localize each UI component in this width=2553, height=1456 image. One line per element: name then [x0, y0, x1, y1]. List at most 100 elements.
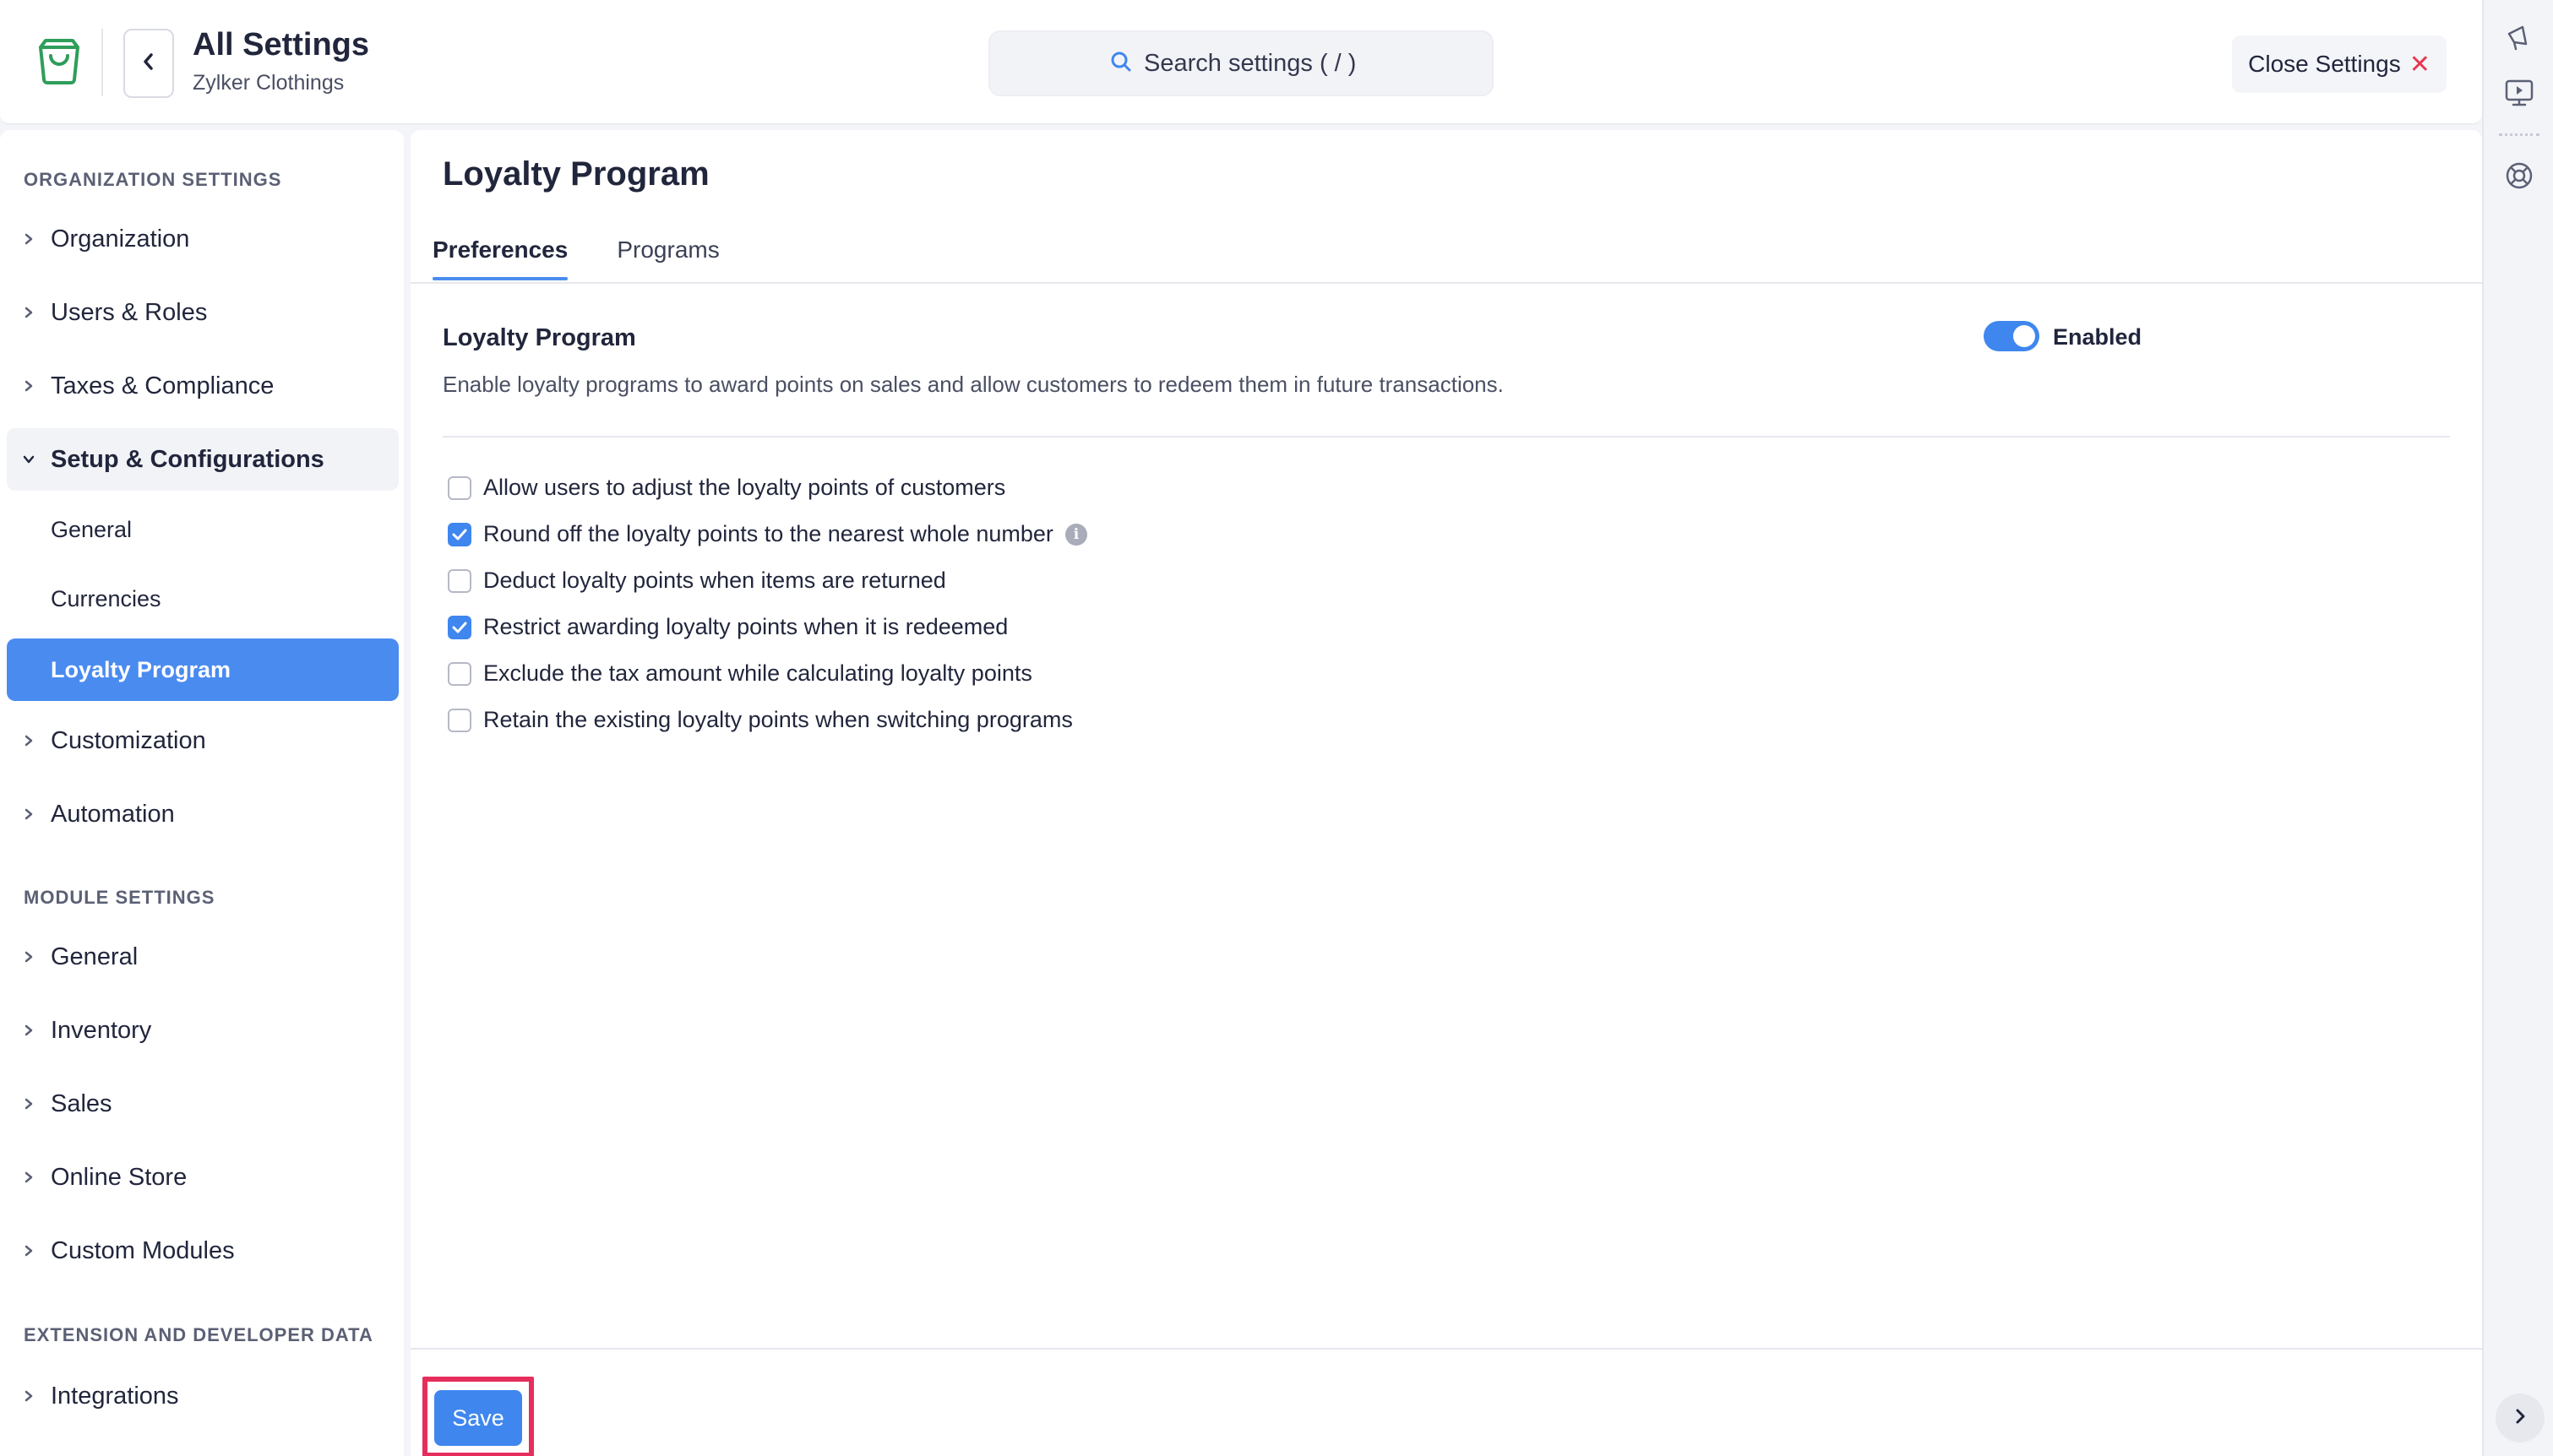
checkmark-icon [452, 529, 467, 540]
sidebar-item-label: Automation [51, 800, 175, 828]
close-settings-label: Close Settings [2248, 51, 2401, 77]
settings-header: All Settings Zylker Clothings Close Sett… [0, 0, 2482, 125]
section-label-organization: ORGANIZATION SETTINGS [24, 169, 282, 190]
option-deduct-returns: Deduct loyalty points when items are ret… [448, 557, 1087, 604]
preference-title: Loyalty Program [443, 324, 636, 351]
sidebar-item-label: Sales [51, 1089, 112, 1117]
option-label: Allow users to adjust the loyalty points… [483, 475, 1006, 500]
search-settings-box[interactable] [988, 30, 1494, 96]
chevron-right-icon [7, 1244, 51, 1258]
checkbox[interactable] [448, 615, 471, 639]
sidebar-item-general[interactable]: General [7, 926, 399, 988]
sidebar-item-setup-configurations[interactable]: Setup & Configurations [7, 428, 399, 491]
checkbox[interactable] [448, 568, 471, 593]
shopping-bag-icon[interactable] [34, 35, 84, 86]
option-label: Restrict awarding loyalty points when it… [483, 614, 1009, 639]
sidebar-item-label: Users & Roles [51, 298, 208, 326]
sidebar-item-organization[interactable]: Organization [7, 208, 399, 270]
checkmark-icon [452, 622, 467, 633]
options-list: Allow users to adjust the loyalty points… [448, 465, 1087, 743]
organization-name: Zylker Clothings [193, 71, 345, 95]
section-divider [443, 436, 2450, 437]
back-button[interactable] [123, 29, 174, 98]
sidebar-subitem-loyalty-program[interactable]: Loyalty Program [7, 638, 399, 701]
chevron-right-icon [7, 1171, 51, 1184]
sidebar-item-integrations[interactable]: Integrations [7, 1365, 399, 1427]
sidebar-subitem-currencies[interactable]: Currencies [7, 568, 399, 630]
option-exclude-tax: Exclude the tax amount while calculating… [448, 650, 1087, 697]
option-label: Exclude the tax amount while calculating… [483, 660, 1032, 686]
section-label-module: MODULE SETTINGS [24, 887, 215, 908]
section-label-extension: EXTENSION AND DEVELOPER DATA [24, 1324, 373, 1345]
sidebar-item-label: Taxes & Compliance [51, 372, 275, 399]
checkbox[interactable] [448, 475, 471, 500]
sidebar-item-label: Online Store [51, 1163, 188, 1191]
form-footer: Save [411, 1348, 2482, 1456]
option-restrict-awarding: Restrict awarding loyalty points when it… [448, 604, 1087, 650]
header-title: All Settings [193, 27, 370, 62]
tab-preferences[interactable]: Preferences [433, 230, 569, 280]
rail-separator [2499, 133, 2539, 136]
sidebar-item-users-roles[interactable]: Users & Roles [7, 281, 399, 344]
chevron-right-icon [7, 1097, 51, 1111]
sidebar-item-label: Inventory [51, 1016, 152, 1044]
search-icon [1110, 51, 1132, 77]
option-label: Deduct loyalty points when items are ret… [483, 568, 946, 593]
checkbox[interactable] [448, 522, 471, 546]
chevron-right-icon [7, 1024, 51, 1037]
sidebar-item-label: Integrations [51, 1382, 179, 1410]
tabs-divider [411, 282, 2482, 284]
sidebar-item-customization[interactable]: Customization [7, 709, 399, 772]
video-tutorial-icon[interactable] [2501, 74, 2538, 111]
preference-description: Enable loyalty programs to award points … [443, 372, 1504, 397]
sidebar-item-label: Organization [51, 225, 190, 253]
chevron-left-icon [140, 52, 157, 75]
close-settings-button[interactable]: Close Settings ✕ [2232, 35, 2447, 93]
help-lifebuoy-icon[interactable] [2501, 157, 2538, 194]
sidebar-item-label: General [51, 943, 139, 970]
settings-sidebar: ORGANIZATION SETTINGS Organization Users… [0, 130, 404, 1456]
right-rail [2482, 0, 2553, 1456]
expand-rail-button[interactable] [2496, 1394, 2545, 1442]
checkbox[interactable] [448, 661, 471, 686]
sidebar-item-label: Custom Modules [51, 1236, 235, 1264]
chevron-right-icon [7, 232, 51, 246]
sidebar-item-label: Customization [51, 726, 206, 754]
option-round-off: Round off the loyalty points to the near… [448, 511, 1087, 557]
search-input[interactable] [1144, 49, 1372, 78]
sidebar-item-online-store[interactable]: Online Store [7, 1146, 399, 1209]
save-button[interactable]: Save [434, 1390, 522, 1446]
option-retain-points: Retain the existing loyalty points when … [448, 697, 1087, 743]
chevron-down-icon [7, 454, 51, 465]
toggle-knob [2013, 325, 2035, 347]
sidebar-subitem-general[interactable]: General [7, 498, 399, 561]
header-divider [101, 29, 103, 96]
option-label: Round off the loyalty points to the near… [483, 521, 1053, 546]
megaphone-icon[interactable] [2501, 19, 2538, 56]
chevron-right-icon [7, 1389, 51, 1403]
checkbox[interactable] [448, 708, 471, 732]
chevron-right-icon [7, 306, 51, 319]
chevron-right-icon [7, 734, 51, 747]
settings-main-panel: Loyalty Program Preferences Programs Loy… [411, 130, 2482, 1456]
tab-programs[interactable]: Programs [617, 230, 719, 280]
chevron-right-icon [7, 950, 51, 964]
info-icon[interactable]: i [1064, 523, 1087, 546]
chevron-right-icon [7, 807, 51, 821]
sidebar-item-taxes-compliance[interactable]: Taxes & Compliance [7, 355, 399, 417]
chevron-right-icon [2512, 1408, 2528, 1429]
sidebar-item-automation[interactable]: Automation [7, 783, 399, 845]
sidebar-item-inventory[interactable]: Inventory [7, 999, 399, 1062]
chevron-right-icon [7, 379, 51, 393]
option-label: Retain the existing loyalty points when … [483, 707, 1073, 732]
settings-app: All Settings Zylker Clothings Close Sett… [0, 0, 2553, 1456]
toggle-status-label: Enabled [2053, 324, 2142, 350]
sidebar-item-label: Setup & Configurations [51, 445, 324, 473]
sidebar-item-sales[interactable]: Sales [7, 1073, 399, 1135]
option-adjust-points: Allow users to adjust the loyalty points… [448, 465, 1087, 511]
page-title: Loyalty Program [443, 155, 710, 193]
tab-bar: Preferences Programs [433, 230, 769, 280]
sidebar-item-custom-modules[interactable]: Custom Modules [7, 1220, 399, 1282]
close-icon: ✕ [2409, 50, 2431, 79]
loyalty-enabled-toggle[interactable] [1984, 321, 2039, 351]
